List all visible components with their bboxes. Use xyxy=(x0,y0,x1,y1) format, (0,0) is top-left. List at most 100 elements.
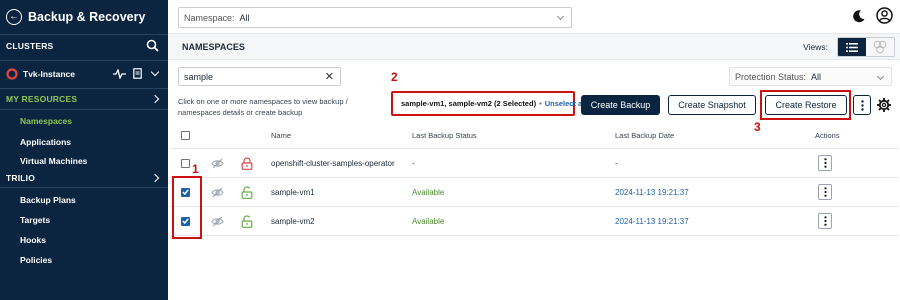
row-backup-status-cell: Available xyxy=(412,178,444,206)
instance-row[interactable]: Tvk-Instance xyxy=(0,64,168,84)
sidebar-header: ← Backup & Recovery xyxy=(0,0,168,34)
page-title: NAMESPACES xyxy=(182,42,245,52)
kebab-icon xyxy=(823,158,827,168)
app-title: Backup & Recovery xyxy=(28,10,146,24)
row-name-cell: sample-vm1 xyxy=(271,178,315,206)
row-actions-cell xyxy=(818,207,832,235)
namespace-label: Namespace: xyxy=(184,12,235,23)
row-actions-cell xyxy=(818,149,832,177)
unlock-icon xyxy=(241,214,253,228)
table-row[interactable]: sample-vm1 Available 2024-11-13 19:21:37 xyxy=(170,178,898,207)
selection-hint: Click on one or more namespaces to view … xyxy=(178,97,348,117)
row-backup-status-cell: Available xyxy=(412,207,444,235)
table-row[interactable]: sample-vm2 Available 2024-11-13 19:21:37 xyxy=(170,207,898,236)
grid-view-icon xyxy=(873,40,887,54)
create-restore-button[interactable]: Create Restore xyxy=(765,95,847,115)
sidebar-item-applications[interactable]: Applications xyxy=(20,137,71,147)
row-backup-date[interactable]: 2024-11-13 19:21:37 xyxy=(615,188,689,197)
chevron-down-icon[interactable] xyxy=(150,67,160,77)
row-backup-date[interactable]: 2024-11-13 19:21:37 xyxy=(615,217,689,226)
row-backup-status: Available xyxy=(412,187,445,197)
sidebar-item-virtual-machines[interactable]: Virtual Machines xyxy=(20,156,87,166)
sidebar-item-targets[interactable]: Targets xyxy=(20,215,50,225)
lock-icon xyxy=(241,156,253,170)
sidebar-item-policies[interactable]: Policies xyxy=(20,255,52,265)
chevron-right-icon xyxy=(150,173,160,183)
row-backup-date-cell: - xyxy=(615,149,618,177)
user-icon[interactable] xyxy=(876,7,893,24)
row-name-cell: sample-vm2 xyxy=(271,207,315,235)
create-snapshot-button[interactable]: Create Snapshot xyxy=(668,95,756,115)
namespace-value: All xyxy=(239,12,250,23)
create-backup-button[interactable]: Create Backup xyxy=(581,95,660,115)
section-header: NAMESPACES Views: xyxy=(168,34,900,60)
row-actions-button[interactable] xyxy=(818,155,832,171)
row-backup-status: Available xyxy=(412,216,445,226)
kebab-icon xyxy=(823,216,827,226)
more-actions-button[interactable] xyxy=(853,95,871,115)
row-backup-status-cell: - xyxy=(412,149,415,177)
namespace-select[interactable]: Namespace: All xyxy=(178,7,572,28)
visibility-cell xyxy=(211,178,224,206)
cluster-icon xyxy=(6,68,18,80)
separator: • xyxy=(539,99,542,108)
protection-status-label: Protection Status: xyxy=(735,71,807,82)
row-backup-date-cell: 2024-11-13 19:21:37 xyxy=(615,178,689,206)
table-header: Name Last Backup Status Last Backup Date… xyxy=(170,123,898,149)
kebab-icon xyxy=(860,99,864,111)
row-actions-button[interactable] xyxy=(818,184,832,200)
list-view-icon xyxy=(846,42,858,52)
selection-text: sample-vm1, sample-vm2 (2 Selected) xyxy=(401,99,537,108)
divider xyxy=(0,60,168,61)
row-checkbox[interactable] xyxy=(181,158,190,168)
trilio-header[interactable]: TRILIO xyxy=(0,170,168,186)
sidebar: ← Backup & Recovery CLUSTERS Tvk-Instanc… xyxy=(0,0,168,300)
sidebar-item-backup-plans[interactable]: Backup Plans xyxy=(20,195,76,205)
unlock-icon xyxy=(241,185,253,199)
close-icon[interactable]: ✕ xyxy=(325,70,334,83)
divider xyxy=(0,34,168,35)
gear-icon xyxy=(877,98,891,112)
chevron-down-icon xyxy=(556,12,565,21)
eye-off-icon xyxy=(211,216,224,226)
sidebar-item-namespaces[interactable]: Namespaces xyxy=(20,116,72,126)
visibility-cell xyxy=(211,149,224,177)
column-last-backup-status[interactable]: Last Backup Status xyxy=(412,123,477,148)
annotation-highlight-checkboxes xyxy=(172,176,202,239)
search-value: sample xyxy=(184,71,214,82)
select-all-checkbox[interactable] xyxy=(181,131,190,140)
view-toggle xyxy=(837,37,895,57)
search-input[interactable]: sample ✕ xyxy=(178,67,341,86)
row-actions-cell xyxy=(818,178,832,206)
grid-view-button[interactable] xyxy=(866,38,894,56)
lock-cell xyxy=(241,178,253,206)
list-view-button[interactable] xyxy=(838,38,866,56)
settings-button[interactable] xyxy=(876,97,892,113)
column-name[interactable]: Name xyxy=(271,123,291,148)
column-last-backup-date[interactable]: Last Backup Date xyxy=(615,123,674,148)
lock-cell xyxy=(241,207,253,235)
moon-icon[interactable] xyxy=(852,9,866,23)
table-row[interactable]: openshift-cluster-samples-operator - - xyxy=(170,149,898,178)
document-icon[interactable] xyxy=(133,68,142,79)
heartbeat-icon xyxy=(113,69,126,79)
divider xyxy=(0,187,168,188)
row-select-cell xyxy=(181,149,190,177)
select-all-cell xyxy=(181,123,190,148)
annotation-2: 2 xyxy=(391,70,398,84)
instance-name: Tvk-Instance xyxy=(23,69,75,79)
selection-summary: sample-vm1, sample-vm2 (2 Selected) • Un… xyxy=(391,91,586,116)
protection-status-select[interactable]: Protection Status: All xyxy=(729,67,892,86)
row-actions-button[interactable] xyxy=(818,213,832,229)
row-name-cell: openshift-cluster-samples-operator xyxy=(271,149,395,177)
divider xyxy=(0,88,168,89)
views-label: Views: xyxy=(803,42,828,52)
my-resources-header[interactable]: MY RESOURCES xyxy=(0,90,168,108)
lock-cell xyxy=(241,149,253,177)
row-name: openshift-cluster-samples-operator xyxy=(271,158,395,168)
search-icon[interactable] xyxy=(146,39,159,52)
divider xyxy=(0,109,168,110)
sidebar-item-hooks[interactable]: Hooks xyxy=(20,235,46,245)
back-arrow-icon[interactable]: ← xyxy=(6,9,22,25)
column-actions: Actions xyxy=(815,131,840,140)
